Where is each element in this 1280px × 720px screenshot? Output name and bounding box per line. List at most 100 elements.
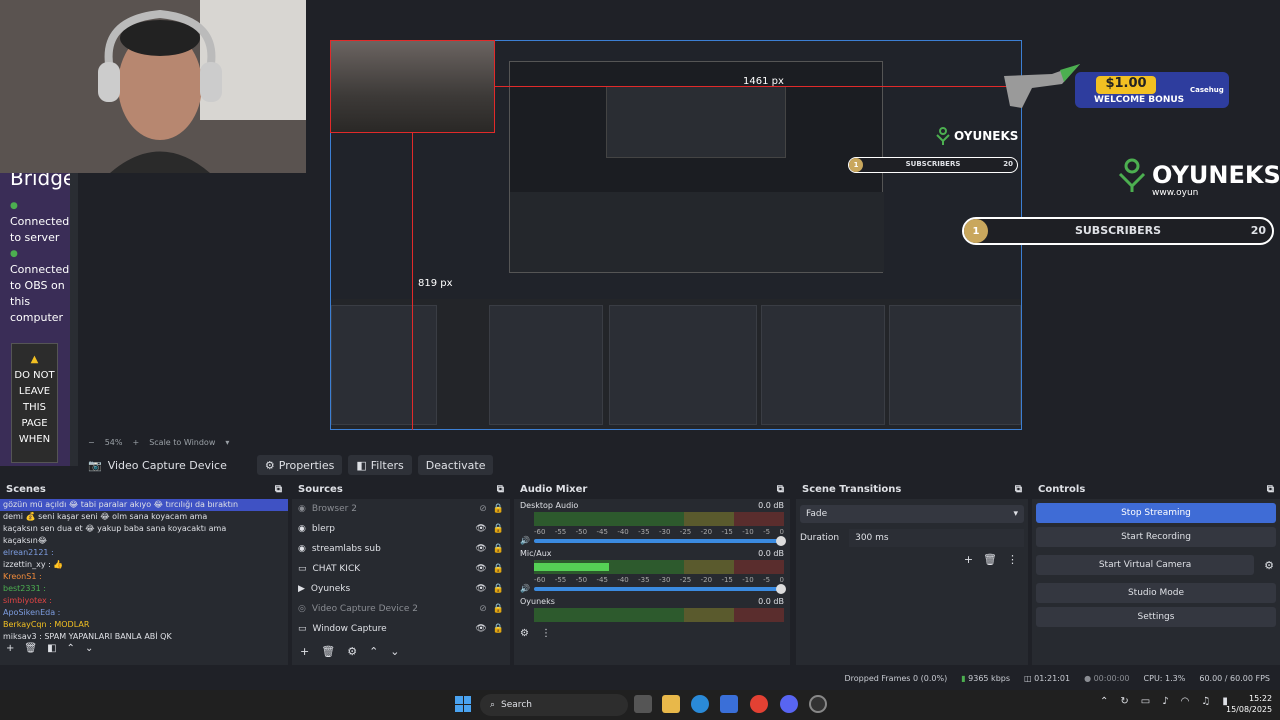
source-item[interactable]: ◉ streamlabs sub 👁 🔒 bbox=[292, 539, 510, 559]
status-obs: Connected to OBS on this computer bbox=[10, 263, 70, 324]
filter-icon[interactable]: ◧ bbox=[47, 643, 56, 654]
windows-start-icon[interactable] bbox=[455, 696, 471, 712]
display-icon[interactable]: ▭ bbox=[1141, 696, 1150, 707]
rec-icon: ● bbox=[1084, 673, 1092, 683]
up-icon[interactable]: ⌃ bbox=[67, 643, 75, 654]
stop-streaming-button[interactable]: Stop Streaming bbox=[1036, 503, 1276, 523]
volume-slider[interactable] bbox=[533, 535, 786, 546]
lock-icon[interactable]: 🔒 bbox=[493, 544, 504, 554]
nested-screen bbox=[509, 61, 884, 273]
preview-scrollbar[interactable] bbox=[70, 173, 78, 466]
zoom-out-icon[interactable]: − bbox=[88, 438, 95, 447]
store-icon[interactable] bbox=[720, 695, 738, 713]
taskbar-clock[interactable]: 15:22 15/08/2025 bbox=[1226, 693, 1272, 715]
dock-title: Scenes bbox=[6, 484, 46, 495]
window-icon: ▭ bbox=[298, 564, 307, 574]
nested-obs bbox=[331, 299, 1021, 429]
lock-icon[interactable]: 🔒 bbox=[493, 504, 504, 514]
chevron-up-icon[interactable]: ⌃ bbox=[1100, 696, 1108, 707]
scenes-dock: Scenes ⧉ gözün mü açıldı 😂 tabi paralar a… bbox=[0, 481, 288, 665]
source-item[interactable]: ▶ Oyuneks 👁 🔒 bbox=[292, 579, 510, 599]
add-icon[interactable]: + bbox=[6, 643, 14, 654]
chrome-icon[interactable] bbox=[750, 695, 768, 713]
brand-logo-small: OYUNEKS bbox=[936, 127, 1018, 145]
source-item[interactable]: ◎ Video Capture Device 2 ⊘ 🔒 bbox=[292, 599, 510, 619]
trash-icon[interactable]: 🗑 bbox=[321, 645, 335, 658]
studio-mode-button[interactable]: Studio Mode bbox=[1036, 583, 1276, 603]
eye-hidden-icon[interactable]: ⊘ bbox=[479, 604, 487, 614]
undock-icon[interactable]: ⧉ bbox=[777, 484, 784, 496]
refresh-icon[interactable]: ↻ bbox=[1120, 696, 1128, 707]
menu-icon[interactable]: ⋮ bbox=[1007, 553, 1018, 566]
volume-icon[interactable]: ♫ bbox=[1201, 696, 1210, 707]
duration-input[interactable]: 300 ms bbox=[849, 529, 1024, 547]
task-view-icon[interactable] bbox=[634, 695, 652, 713]
zoom-in-icon[interactable]: + bbox=[132, 438, 139, 447]
wifi-icon[interactable]: ◠ bbox=[1181, 696, 1190, 707]
chevron-down-icon[interactable]: ▾ bbox=[225, 438, 229, 447]
mic-icon[interactable]: ♪ bbox=[1162, 696, 1168, 707]
file-explorer-icon[interactable] bbox=[662, 695, 680, 713]
undock-icon[interactable]: ⧉ bbox=[1015, 484, 1022, 496]
eye-icon[interactable]: 👁 bbox=[475, 564, 486, 574]
eye-icon[interactable]: 👁 bbox=[475, 524, 486, 534]
chat-line: miksav3 : SPAM YAPANLARI BANLA ABİ QK bbox=[3, 632, 172, 641]
volume-slider[interactable] bbox=[533, 583, 786, 594]
obs-icon[interactable] bbox=[809, 695, 827, 713]
add-icon[interactable]: + bbox=[964, 553, 973, 566]
speaker-icon[interactable]: 🔊 bbox=[520, 584, 530, 593]
clock-time: 15:22 bbox=[1249, 694, 1273, 703]
source-label: Oyuneks bbox=[310, 584, 351, 594]
menu-icon[interactable]: ⋮ bbox=[541, 628, 551, 639]
gear-icon[interactable]: ⚙ bbox=[1258, 559, 1280, 572]
volume-knob[interactable] bbox=[776, 535, 786, 546]
up-icon[interactable]: ⌃ bbox=[369, 645, 378, 658]
filters-button[interactable]: ◧ Filters bbox=[348, 455, 412, 475]
undock-icon[interactable]: ⧉ bbox=[275, 484, 282, 496]
chat-line: kaçaksın😂 bbox=[3, 536, 48, 545]
gear-icon[interactable]: ⚙ bbox=[347, 645, 357, 658]
lock-icon[interactable]: 🔒 bbox=[493, 624, 504, 634]
gear-icon: ⚙ bbox=[264, 458, 275, 472]
properties-button[interactable]: ⚙ Properties bbox=[256, 455, 343, 475]
settings-button[interactable]: Settings bbox=[1036, 607, 1276, 627]
dock-header: Sources ⧉ bbox=[292, 481, 510, 499]
trash-icon[interactable]: 🗑 bbox=[983, 553, 997, 566]
source-item[interactable]: ◉ blerp 👁 🔒 bbox=[292, 519, 510, 539]
start-recording-button[interactable]: Start Recording bbox=[1036, 527, 1276, 547]
lock-icon[interactable]: 🔒 bbox=[493, 604, 504, 614]
add-icon[interactable]: + bbox=[300, 645, 309, 658]
trash-icon[interactable]: 🗑 bbox=[24, 643, 37, 654]
nested-mixer bbox=[609, 305, 757, 425]
start-virtual-camera-button[interactable]: Start Virtual Camera bbox=[1036, 555, 1255, 575]
eye-icon[interactable]: 👁 bbox=[475, 584, 486, 594]
scale-mode[interactable]: Scale to Window bbox=[149, 438, 215, 447]
track-db: 0.0 dB bbox=[758, 501, 784, 510]
speaker-icon[interactable]: 🔊 bbox=[520, 536, 530, 545]
lock-icon[interactable]: 🔒 bbox=[493, 524, 504, 534]
source-item[interactable]: ▭ CHAT KICK 👁 🔒 bbox=[292, 559, 510, 579]
lock-icon[interactable]: 🔒 bbox=[493, 564, 504, 574]
transition-select[interactable]: Fade ▾ bbox=[800, 505, 1024, 523]
browser-icon: ◉ bbox=[298, 524, 306, 534]
webcam-person bbox=[0, 0, 306, 173]
eye-icon[interactable]: 👁 bbox=[475, 544, 486, 554]
eye-hidden-icon[interactable]: ⊘ bbox=[479, 504, 487, 514]
source-item[interactable]: ◉ Browser 2 ⊘ 🔒 bbox=[292, 499, 510, 519]
eye-icon[interactable]: 👁 bbox=[475, 624, 486, 634]
down-icon[interactable]: ⌄ bbox=[85, 643, 93, 654]
down-icon[interactable]: ⌄ bbox=[390, 645, 399, 658]
selection-box[interactable] bbox=[330, 40, 495, 133]
level-meter bbox=[534, 512, 784, 526]
gear-icon[interactable]: ⚙ bbox=[520, 628, 529, 639]
volume-knob[interactable] bbox=[776, 583, 786, 594]
undock-icon[interactable]: ⧉ bbox=[497, 484, 504, 496]
taskbar-search[interactable]: ⌕ Search bbox=[480, 694, 628, 716]
lock-icon[interactable]: 🔒 bbox=[493, 584, 504, 594]
undock-icon[interactable]: ⧉ bbox=[1267, 484, 1274, 496]
deactivate-button[interactable]: Deactivate bbox=[417, 455, 494, 475]
edge-icon[interactable] bbox=[691, 695, 709, 713]
source-item[interactable]: ▭ Window Capture 👁 🔒 bbox=[292, 619, 510, 639]
discord-icon[interactable] bbox=[780, 695, 798, 713]
warning-box: ▲ DO NOT LEAVE THIS PAGE WHEN bbox=[11, 343, 58, 463]
